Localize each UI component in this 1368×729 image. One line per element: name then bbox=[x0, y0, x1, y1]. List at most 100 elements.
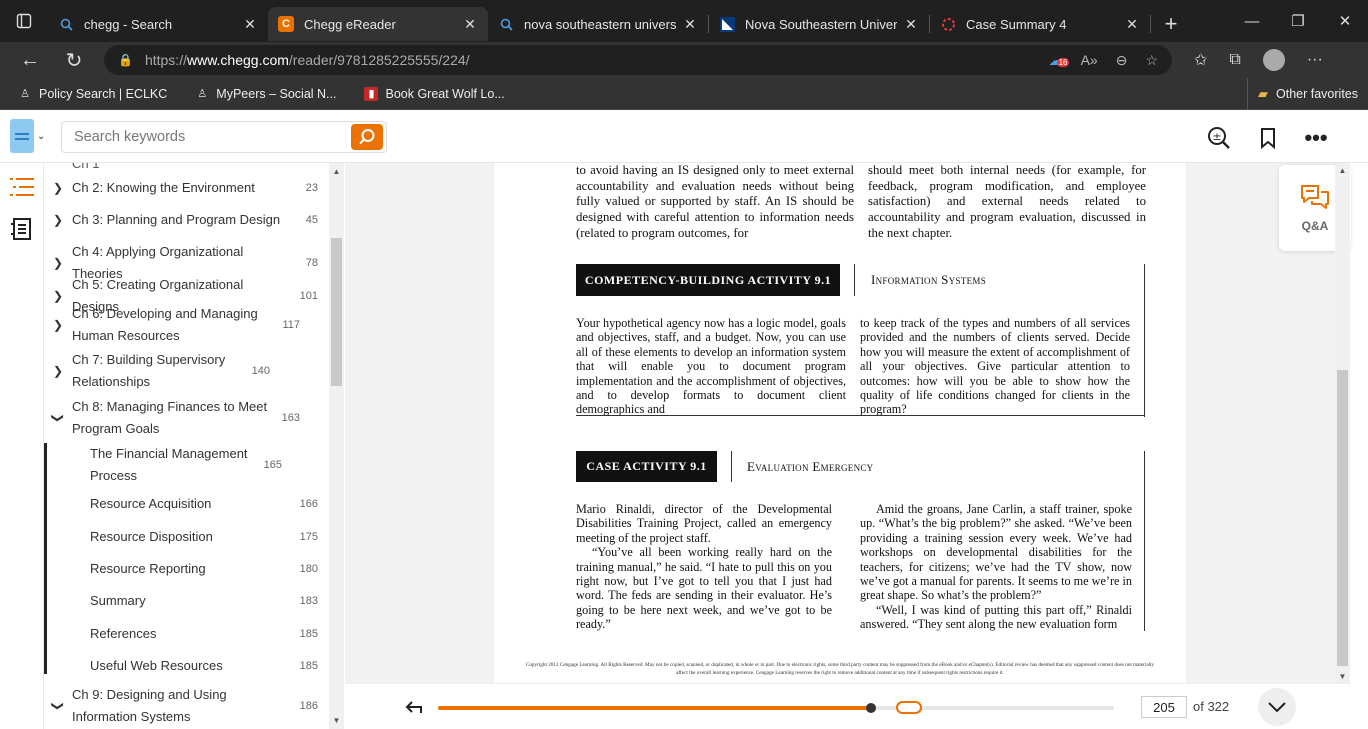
toc-section[interactable]: Resource Acquisition 166 bbox=[44, 493, 330, 515]
toc-section[interactable]: Resource Reporting 180 bbox=[44, 558, 330, 580]
browser-tab-nsu[interactable]: Nova Southeastern University ✕ bbox=[709, 7, 929, 41]
more-options-icon[interactable]: ••• bbox=[1303, 125, 1329, 151]
toc-page: 165 bbox=[263, 459, 282, 471]
loading-icon bbox=[940, 16, 956, 32]
page-number-input[interactable] bbox=[1141, 696, 1187, 718]
toc-label: Ch 8: Managing Finances to Meet Program … bbox=[72, 399, 268, 436]
chapter-marker[interactable] bbox=[896, 701, 922, 714]
toc-page: 45 bbox=[305, 214, 318, 226]
search-button[interactable] bbox=[351, 124, 383, 150]
svg-text:±: ± bbox=[1212, 130, 1221, 143]
toc-page: 23 bbox=[305, 182, 318, 194]
new-tab-button[interactable]: + bbox=[1151, 7, 1191, 41]
case-paragraph: “You’ve all been working really hard on … bbox=[576, 545, 832, 632]
toc-chapter-6[interactable]: ❯ Ch 6: Developing and Managing Human Res… bbox=[44, 303, 330, 347]
search-box bbox=[61, 121, 387, 153]
toc-chapter-9[interactable]: ❯ Ch 9: Designing and Using Information S… bbox=[44, 684, 330, 728]
search-icon bbox=[58, 16, 74, 32]
toc-chapter-3[interactable]: ❯ Ch 3: Planning and Program Design 45 bbox=[44, 209, 330, 231]
close-tab-icon[interactable]: ✕ bbox=[903, 16, 919, 32]
toc-section[interactable]: Useful Web Resources 185 bbox=[44, 655, 330, 677]
chevron-down-icon: ⌄ bbox=[37, 130, 46, 142]
toc-scrollbar[interactable]: ▲ ▼ bbox=[329, 163, 344, 729]
progress-handle[interactable] bbox=[865, 703, 876, 713]
next-page-button[interactable] bbox=[1258, 688, 1296, 726]
table-of-contents-button[interactable] bbox=[8, 173, 36, 201]
close-tab-icon[interactable]: ✕ bbox=[462, 16, 478, 32]
browser-tab-case-summary[interactable]: Case Summary 4 ✕ bbox=[930, 7, 1150, 41]
reading-progress-slider[interactable] bbox=[438, 701, 1114, 714]
url-field[interactable]: 🔒 https://www.chegg.com/reader/978128522… bbox=[104, 45, 1172, 75]
favorites-icon[interactable]: ✩ bbox=[1194, 50, 1207, 70]
back-button[interactable]: ← bbox=[8, 42, 52, 78]
minimize-button[interactable]: — bbox=[1229, 0, 1275, 42]
add-favorite-icon[interactable]: ☆ bbox=[1145, 52, 1158, 69]
favorite-great-wolf[interactable]: ▮ Book Great Wolf Lo... bbox=[346, 86, 514, 101]
great-wolf-icon: ▮ bbox=[364, 86, 379, 101]
other-favorites[interactable]: ▰ Other favorites bbox=[1247, 78, 1358, 110]
search-input[interactable] bbox=[62, 123, 351, 151]
competency-text-right: to keep track of the types and numbers o… bbox=[860, 316, 1130, 417]
close-tab-icon[interactable]: ✕ bbox=[1124, 16, 1140, 32]
toc-scroll-thumb[interactable] bbox=[331, 238, 342, 386]
url-icons: ☁ 16 A» ⊖ ☆ bbox=[1049, 45, 1172, 75]
notebook-button[interactable] bbox=[8, 215, 36, 243]
copyright-notice: Copyright 2012 Cengage Learning. All Rig… bbox=[525, 662, 1155, 676]
tab-actions-button[interactable] bbox=[0, 0, 48, 42]
scroll-up-icon[interactable]: ▲ bbox=[331, 167, 342, 176]
page-scroll-thumb[interactable] bbox=[1337, 370, 1348, 666]
browser-tab-chegg-search[interactable]: chegg - Search ✕ bbox=[48, 7, 268, 41]
scroll-up-icon[interactable]: ▲ bbox=[1337, 166, 1348, 175]
toc-label: Useful Web Resources bbox=[90, 658, 223, 673]
zoom-icon[interactable]: ± bbox=[1206, 125, 1232, 151]
page-navigation-bar: of 322 bbox=[345, 683, 1350, 729]
box-right-border bbox=[1144, 264, 1145, 417]
favorite-mypeers[interactable]: ♙ MyPeers – Social N... bbox=[177, 87, 346, 101]
scroll-down-icon[interactable]: ▼ bbox=[331, 716, 342, 725]
toc-section[interactable]: References 185 bbox=[44, 623, 330, 645]
scroll-down-icon[interactable]: ▼ bbox=[1337, 672, 1348, 681]
toc-label: Ch 7: Building Supervisory Relationships bbox=[72, 352, 226, 389]
toc-section[interactable]: Summary 183 bbox=[44, 590, 330, 612]
competency-box-subtitle: Information Systems bbox=[871, 272, 987, 287]
read-aloud-icon[interactable]: A» bbox=[1081, 52, 1098, 68]
table-of-contents-panel: Ch 1 ❯ Ch 2: Knowing the Environment 23 ❯ C… bbox=[44, 163, 344, 729]
bookmark-icon[interactable] bbox=[1255, 125, 1281, 151]
toc-item-partial: Ch 1 bbox=[72, 163, 100, 171]
close-window-button[interactable]: ✕ bbox=[1322, 0, 1368, 42]
competency-box-title: COMPETENCY-BUILDING ACTIVITY 9.1 bbox=[576, 264, 840, 296]
toc-label: Summary bbox=[90, 593, 146, 608]
profile-avatar[interactable] bbox=[1262, 49, 1285, 71]
toc-label: Ch 6: Developing and Managing Human Reso… bbox=[72, 306, 258, 343]
browser-tab-chegg-ereader[interactable]: C Chegg eReader ✕ bbox=[268, 7, 488, 41]
more-menu-icon[interactable]: ··· bbox=[1307, 51, 1323, 69]
chevron-right-icon: ❯ bbox=[52, 213, 64, 227]
collections-icon[interactable]: ⧉ bbox=[1229, 51, 1240, 69]
browser-tab-nova-search[interactable]: nova southeastern university ✕ bbox=[488, 7, 708, 41]
refresh-button[interactable]: ↻ bbox=[52, 42, 96, 78]
page-scrollbar[interactable]: ▲ ▼ bbox=[1335, 163, 1350, 683]
toc-chapter-8[interactable]: ❯ Ch 8: Managing Finances to Meet Program… bbox=[44, 396, 330, 440]
toc-page: 140 bbox=[251, 365, 270, 377]
restore-button[interactable]: ❐ bbox=[1275, 0, 1321, 42]
toc-label: Resource Reporting bbox=[90, 561, 206, 576]
tab-title: Case Summary 4 bbox=[966, 16, 1067, 32]
close-tab-icon[interactable]: ✕ bbox=[242, 16, 258, 32]
browser-toolbar: ✩ ⧉ ··· bbox=[1194, 42, 1323, 78]
toc-section[interactable]: Resource Disposition 175 bbox=[44, 526, 330, 548]
toc-chapter-7[interactable]: ❯ Ch 7: Building Supervisory Relationship… bbox=[44, 349, 330, 393]
toc-chapter-2[interactable]: ❯ Ch 2: Knowing the Environment 23 bbox=[44, 177, 330, 199]
case-box-title: CASE ACTIVITY 9.1 bbox=[576, 451, 717, 482]
go-back-button[interactable] bbox=[401, 694, 427, 720]
divider bbox=[854, 264, 855, 296]
reader-side-rail bbox=[0, 163, 44, 729]
zoom-out-icon[interactable]: ⊖ bbox=[1116, 52, 1128, 69]
close-tab-icon[interactable]: ✕ bbox=[682, 16, 698, 32]
toc-label: References bbox=[90, 626, 157, 641]
extension-icon[interactable]: ☁ 16 bbox=[1049, 52, 1070, 69]
favorite-eclkc[interactable]: ♙ Policy Search | ECLKC bbox=[0, 87, 177, 101]
book-menu-button[interactable]: ⌄ bbox=[10, 118, 46, 154]
people-icon: ♙ bbox=[20, 88, 30, 100]
qa-label: Q&A bbox=[1301, 219, 1329, 233]
toc-section[interactable]: The Financial Management Process 165 bbox=[44, 443, 330, 487]
